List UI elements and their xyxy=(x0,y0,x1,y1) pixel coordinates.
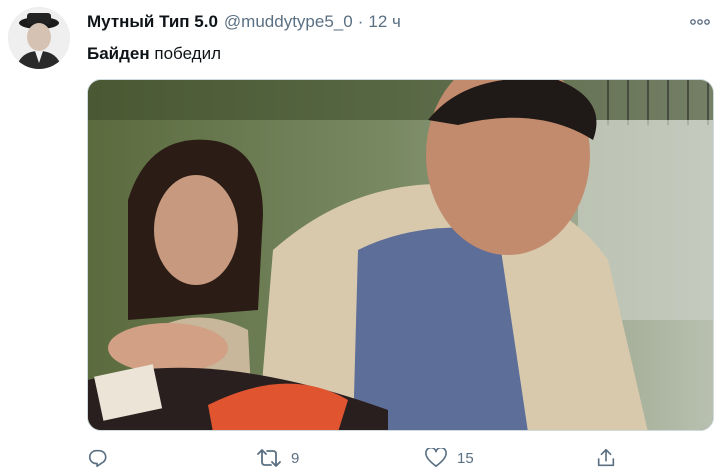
tweet-header: Мутный Тип 5.0 @muddytype5_0 · 12 ч xyxy=(87,12,401,34)
reply-button[interactable] xyxy=(87,444,109,472)
avatar[interactable] xyxy=(8,7,70,69)
retweet-icon xyxy=(257,449,281,467)
separator-dot: · xyxy=(357,12,364,31)
like-count: 15 xyxy=(457,449,474,467)
timestamp[interactable]: 12 ч xyxy=(368,12,401,32)
retweet-button[interactable]: 9 xyxy=(257,444,299,472)
more-horizontal-icon xyxy=(690,19,710,25)
more-options-button[interactable] xyxy=(688,10,712,34)
tweet-actions: 9 15 xyxy=(87,444,714,472)
tweet-text-bold: Байден xyxy=(87,44,150,63)
like-button[interactable]: 15 xyxy=(425,444,474,472)
reply-icon xyxy=(88,449,107,468)
tweet-photo[interactable] xyxy=(87,79,714,431)
tweet-text: Байден победил xyxy=(87,44,221,64)
tweet-text-rest: победил xyxy=(149,44,221,63)
display-name[interactable]: Мутный Тип 5.0 xyxy=(87,12,218,32)
retweet-count: 9 xyxy=(291,449,300,467)
share-button[interactable] xyxy=(595,444,617,472)
tweet[interactable]: Мутный Тип 5.0 @muddytype5_0 · 12 ч Байд… xyxy=(0,0,722,476)
share-icon xyxy=(597,448,615,467)
user-handle[interactable]: @muddytype5_0 xyxy=(224,12,353,32)
heart-icon xyxy=(425,448,447,467)
